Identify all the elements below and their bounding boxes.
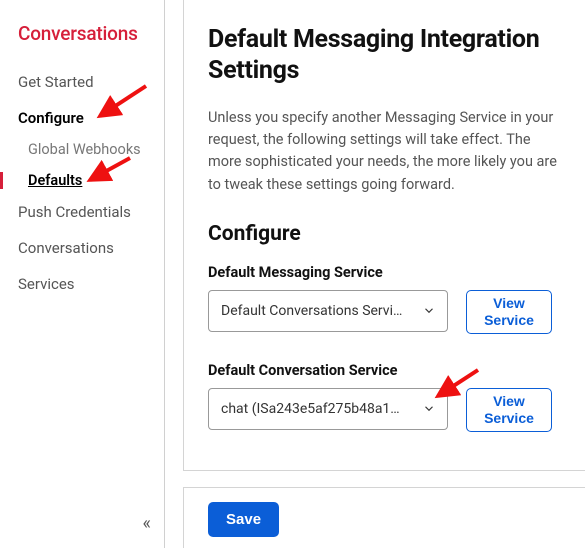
sidebar-item-configure[interactable]: Configure <box>18 109 164 127</box>
sidebar-title: Conversations <box>18 22 164 45</box>
field-label-messaging: Default Messaging Service <box>208 264 561 281</box>
select-conversation-service[interactable]: chat (ISa243e5af275b48a1… <box>208 388 448 430</box>
page-description: Unless you specify another Messaging Ser… <box>208 107 561 197</box>
sidebar: Conversations Get Started Configure Glob… <box>0 0 165 548</box>
field-label-conversation: Default Conversation Service <box>208 362 561 379</box>
sidebar-item-conversations[interactable]: Conversations <box>18 239 164 257</box>
field-default-conversation-service: Default Conversation Service chat (ISa24… <box>208 362 561 432</box>
select-messaging-service[interactable]: Default Conversations Servi… <box>208 290 448 332</box>
settings-panel: Default Messaging Integration Settings U… <box>183 0 585 471</box>
sidebar-item-get-started[interactable]: Get Started <box>18 73 164 91</box>
page-title: Default Messaging Integration Settings <box>208 24 561 87</box>
sidebar-item-push-credentials[interactable]: Push Credentials <box>18 203 164 221</box>
sidebar-item-services[interactable]: Services <box>18 275 164 293</box>
sidebar-item-global-webhooks[interactable]: Global Webhooks <box>18 141 164 158</box>
view-conversation-service-button[interactable]: View Service <box>466 388 552 432</box>
main-area: Default Messaging Integration Settings U… <box>165 0 585 548</box>
view-messaging-service-button[interactable]: View Service <box>466 290 552 334</box>
sidebar-configure-subnav: Global Webhooks Defaults <box>18 141 164 189</box>
sidebar-item-defaults[interactable]: Defaults <box>0 172 164 189</box>
save-panel: Save <box>183 487 585 548</box>
sidebar-collapse-button[interactable]: « <box>143 513 148 534</box>
section-heading-configure: Configure <box>208 222 561 246</box>
field-default-messaging-service: Default Messaging Service Default Conver… <box>208 264 561 334</box>
save-button[interactable]: Save <box>208 502 279 537</box>
